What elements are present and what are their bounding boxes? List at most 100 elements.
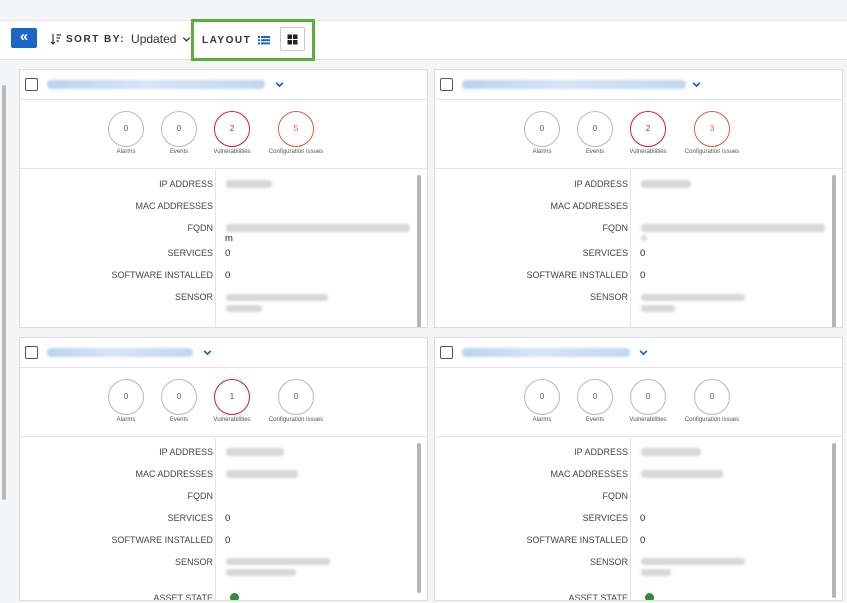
- asset-card-header: [435, 338, 842, 368]
- card-scrollbar[interactable]: [417, 443, 421, 593]
- software-installed-label: SOFTWARE INSTALLED: [526, 270, 628, 280]
- configuration-issues-metric[interactable]: 0 Configuration issues: [672, 379, 752, 423]
- configuration-issues-metric[interactable]: 5 Configuration issues: [256, 111, 336, 155]
- fqdn-label: FQDN: [602, 223, 629, 233]
- sensor-label: SENSOR: [589, 557, 628, 567]
- mac-addresses-label: MAC ADDRESSES: [135, 201, 213, 211]
- ip-address-label: IP ADDRESS: [574, 179, 628, 189]
- sensor-value-line: [641, 569, 671, 576]
- fqdn-label: FQDN: [602, 491, 629, 501]
- asset-name-link[interactable]: [47, 80, 265, 89]
- ip-address-label: IP ADDRESS: [159, 447, 213, 457]
- metric-circle: 0: [694, 379, 730, 415]
- services-value: 0: [640, 513, 646, 524]
- software-installed-value: 0: [640, 535, 646, 546]
- asset-metrics: 0 Alarms 0 Events 2 Vulnerabilities 3 Co…: [435, 101, 842, 169]
- metric-circle: 0: [278, 379, 314, 415]
- sort-icon: [50, 34, 61, 45]
- mac-addresses-value: [641, 470, 723, 478]
- asset-name-link[interactable]: [462, 80, 686, 89]
- asset-card: 0 Alarms 0 Events 0 Vulnerabilities 0 Co…: [434, 337, 843, 601]
- asset-fields: IP ADDRESS MAC ADDRESSES FQDN m SERVICES 0…: [20, 170, 427, 327]
- sort-by-label: SORT BY:: [66, 33, 126, 45]
- asset-select-checkbox[interactable]: [25, 78, 38, 91]
- software-installed-value: 0: [640, 270, 646, 281]
- chevron-down-icon[interactable]: [638, 347, 649, 358]
- mac-addresses-value: [226, 470, 298, 478]
- software-installed-label: SOFTWARE INSTALLED: [111, 270, 213, 280]
- sensor-value-line: [226, 305, 262, 312]
- asset-card-body: 0 Alarms 0 Events 2 Vulnerabilities 5 Co…: [20, 101, 427, 327]
- configuration-issues-metric[interactable]: 3 Configuration issues: [672, 111, 752, 155]
- ip-address-value: [226, 180, 272, 188]
- services-value: 0: [640, 248, 646, 259]
- asset-state-indicator: [646, 327, 655, 328]
- fqdn-value: [226, 224, 410, 232]
- asset-metrics: 0 Alarms 0 Events 2 Vulnerabilities 5 Co…: [20, 101, 427, 169]
- asset-state-label: ASSET STATE: [568, 593, 628, 601]
- sort-by-dropdown[interactable]: SORT BY: Updated: [50, 32, 191, 46]
- asset-state-indicator: [231, 327, 240, 328]
- card-scrollbar[interactable]: [832, 175, 836, 327]
- asset-select-checkbox[interactable]: [25, 346, 38, 359]
- asset-card-body: 0 Alarms 0 Events 0 Vulnerabilities 0 Co…: [435, 369, 842, 600]
- card-scrollbar[interactable]: [417, 175, 421, 327]
- ip-address-label: IP ADDRESS: [574, 447, 628, 457]
- ip-address-label: IP ADDRESS: [159, 179, 213, 189]
- metric-circle: 1: [214, 379, 250, 415]
- fqdn-value-line: [641, 235, 647, 241]
- card-scrollbar[interactable]: [832, 443, 836, 598]
- metric-circle: 3: [694, 111, 730, 147]
- sensor-value: [226, 558, 330, 565]
- metric-label: Configuration issues: [268, 149, 324, 155]
- services-label: SERVICES: [167, 513, 213, 523]
- services-label: SERVICES: [582, 248, 628, 258]
- asset-name-link[interactable]: [47, 348, 193, 357]
- configuration-issues-metric[interactable]: 0 Configuration issues: [256, 379, 336, 423]
- list-layout-icon[interactable]: [257, 33, 271, 47]
- toolbar: « SORT BY: Updated LAYOUT: [0, 19, 847, 61]
- chevron-down-icon[interactable]: [202, 347, 213, 358]
- metric-label: Configuration issues: [684, 149, 740, 155]
- grid-layout-button[interactable]: [280, 27, 305, 51]
- double-chevron-left-icon: «: [19, 28, 29, 45]
- software-installed-value: 0: [225, 270, 231, 281]
- software-installed-label: SOFTWARE INSTALLED: [111, 535, 213, 545]
- sensor-label: SENSOR: [174, 292, 213, 302]
- chevron-down-icon[interactable]: [274, 79, 285, 90]
- asset-card: 0 Alarms 0 Events 2 Vulnerabilities 3 Co…: [434, 69, 843, 328]
- asset-fields: IP ADDRESS MAC ADDRESSES FQDN SERVICES 0 …: [435, 438, 842, 600]
- services-value: 0: [225, 248, 231, 259]
- asset-select-checkbox[interactable]: [440, 346, 453, 359]
- services-value: 0: [225, 513, 231, 524]
- asset-metrics: 0 Alarms 0 Events 1 Vulnerabilities 0 Co…: [20, 369, 427, 437]
- layout-label: LAYOUT: [202, 35, 252, 46]
- mac-addresses-label: MAC ADDRESSES: [550, 469, 628, 479]
- services-label: SERVICES: [167, 248, 213, 258]
- chevron-down-icon[interactable]: [691, 79, 702, 90]
- metric-circle: 2: [214, 111, 250, 147]
- grid-layout-icon: [287, 34, 298, 44]
- software-installed-value: 0: [225, 535, 231, 546]
- software-installed-label: SOFTWARE INSTALLED: [526, 535, 628, 545]
- asset-state-indicator: [645, 593, 654, 600]
- collapse-panel-button[interactable]: «: [11, 28, 37, 48]
- asset-metrics: 0 Alarms 0 Events 0 Vulnerabilities 0 Co…: [435, 369, 842, 437]
- sensor-label: SENSOR: [589, 292, 628, 302]
- asset-card-body: 0 Alarms 0 Events 2 Vulnerabilities 3 Co…: [435, 101, 842, 327]
- asset-name-link[interactable]: [462, 348, 630, 357]
- asset-fields: IP ADDRESS MAC ADDRESSES FQDN SERVICES 0 …: [435, 170, 842, 327]
- sensor-value: [641, 558, 745, 565]
- fqdn-value-suffix: m: [225, 233, 233, 244]
- ip-address-value: [641, 180, 691, 188]
- sensor-value-line: [641, 305, 675, 312]
- asset-state-indicator: [230, 593, 239, 600]
- page-scrollbar[interactable]: [2, 85, 6, 500]
- sort-by-value: Updated: [131, 32, 177, 46]
- asset-card-header: [20, 338, 427, 368]
- asset-select-checkbox[interactable]: [440, 78, 453, 91]
- mac-addresses-label: MAC ADDRESSES: [135, 469, 213, 479]
- metric-circle: 5: [278, 111, 314, 147]
- ip-address-value: [226, 448, 284, 456]
- metric-label: Configuration issues: [684, 417, 740, 423]
